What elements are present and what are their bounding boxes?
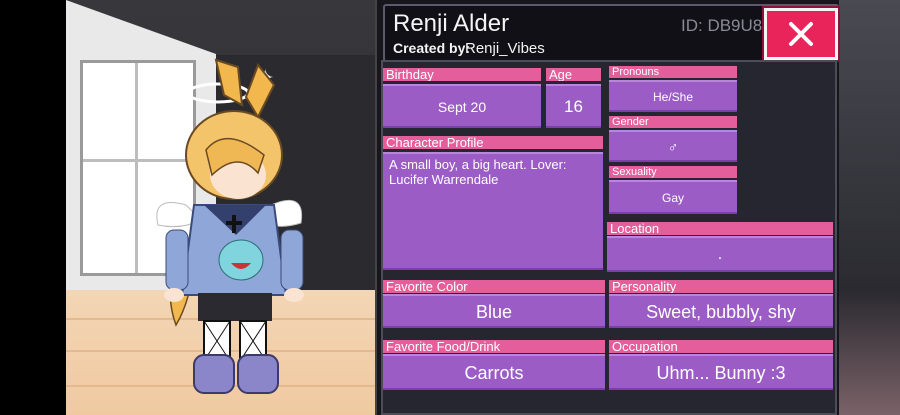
pronouns-value[interactable]: He/She bbox=[609, 80, 737, 112]
occupation-label: Occupation bbox=[609, 340, 833, 353]
gender-value[interactable]: ♂ bbox=[609, 130, 737, 162]
location-label: Location bbox=[607, 222, 833, 235]
created-by-label: Created by: bbox=[393, 40, 471, 56]
location-value[interactable]: . bbox=[607, 236, 833, 272]
favorite-color-label: Favorite Color bbox=[383, 280, 605, 293]
pronouns-field: Pronouns He/She bbox=[609, 66, 737, 112]
favorite-food-field: Favorite Food/Drink Carrots bbox=[383, 340, 605, 390]
close-x-icon bbox=[789, 22, 813, 46]
character-avatar[interactable]: ✦ bbox=[146, 55, 326, 405]
location-field: Location . bbox=[607, 222, 833, 272]
character-scene: ✦ bbox=[66, 0, 386, 415]
sexuality-field: Sexuality Gay bbox=[609, 166, 737, 214]
creator-name[interactable]: Renji_Vibes bbox=[465, 40, 545, 57]
personality-field: Personality Sweet, bubbly, shy bbox=[609, 280, 833, 328]
character-id: ID: DB9U8V bbox=[681, 16, 774, 35]
favorite-color-value[interactable]: Blue bbox=[383, 294, 605, 328]
age-label: Age bbox=[546, 68, 601, 81]
favorite-color-field: Favorite Color Blue bbox=[383, 280, 605, 328]
character-name: Renji Alder bbox=[393, 10, 510, 37]
sexuality-label: Sexuality bbox=[609, 166, 737, 178]
gender-label: Gender bbox=[609, 116, 737, 128]
birthday-label: Birthday bbox=[383, 68, 541, 81]
character-profile-field: Character Profile A small boy, a big hea… bbox=[383, 136, 603, 270]
game-screen: ✦ bbox=[0, 0, 900, 415]
close-button[interactable] bbox=[764, 8, 838, 60]
birthday-value[interactable]: Sept 20 bbox=[383, 84, 541, 128]
birthday-field: Birthday Sept 20 bbox=[383, 68, 541, 128]
favorite-food-value[interactable]: Carrots bbox=[383, 354, 605, 390]
profile-panel: Renji Alder Created by: Renji_Vibes ID: … bbox=[375, 0, 839, 415]
personality-label: Personality bbox=[609, 280, 833, 293]
character-profile-label: Character Profile bbox=[383, 136, 603, 149]
profile-fields: Birthday Sept 20 Age 16 Pronouns He/She … bbox=[381, 60, 837, 415]
pronouns-label: Pronouns bbox=[609, 66, 737, 78]
occupation-field: Occupation Uhm... Bunny :3 bbox=[609, 340, 833, 390]
sexuality-value[interactable]: Gay bbox=[609, 180, 737, 214]
occupation-value[interactable]: Uhm... Bunny :3 bbox=[609, 354, 833, 390]
personality-value[interactable]: Sweet, bubbly, shy bbox=[609, 294, 833, 328]
scene-edge bbox=[835, 0, 900, 415]
age-value[interactable]: 16 bbox=[546, 84, 601, 128]
character-profile-value[interactable]: A small boy, a big heart. Lover: Lucifer… bbox=[383, 152, 603, 270]
favorite-food-label: Favorite Food/Drink bbox=[383, 340, 605, 353]
gender-field: Gender ♂ bbox=[609, 116, 737, 162]
age-field: Age 16 bbox=[546, 68, 601, 128]
